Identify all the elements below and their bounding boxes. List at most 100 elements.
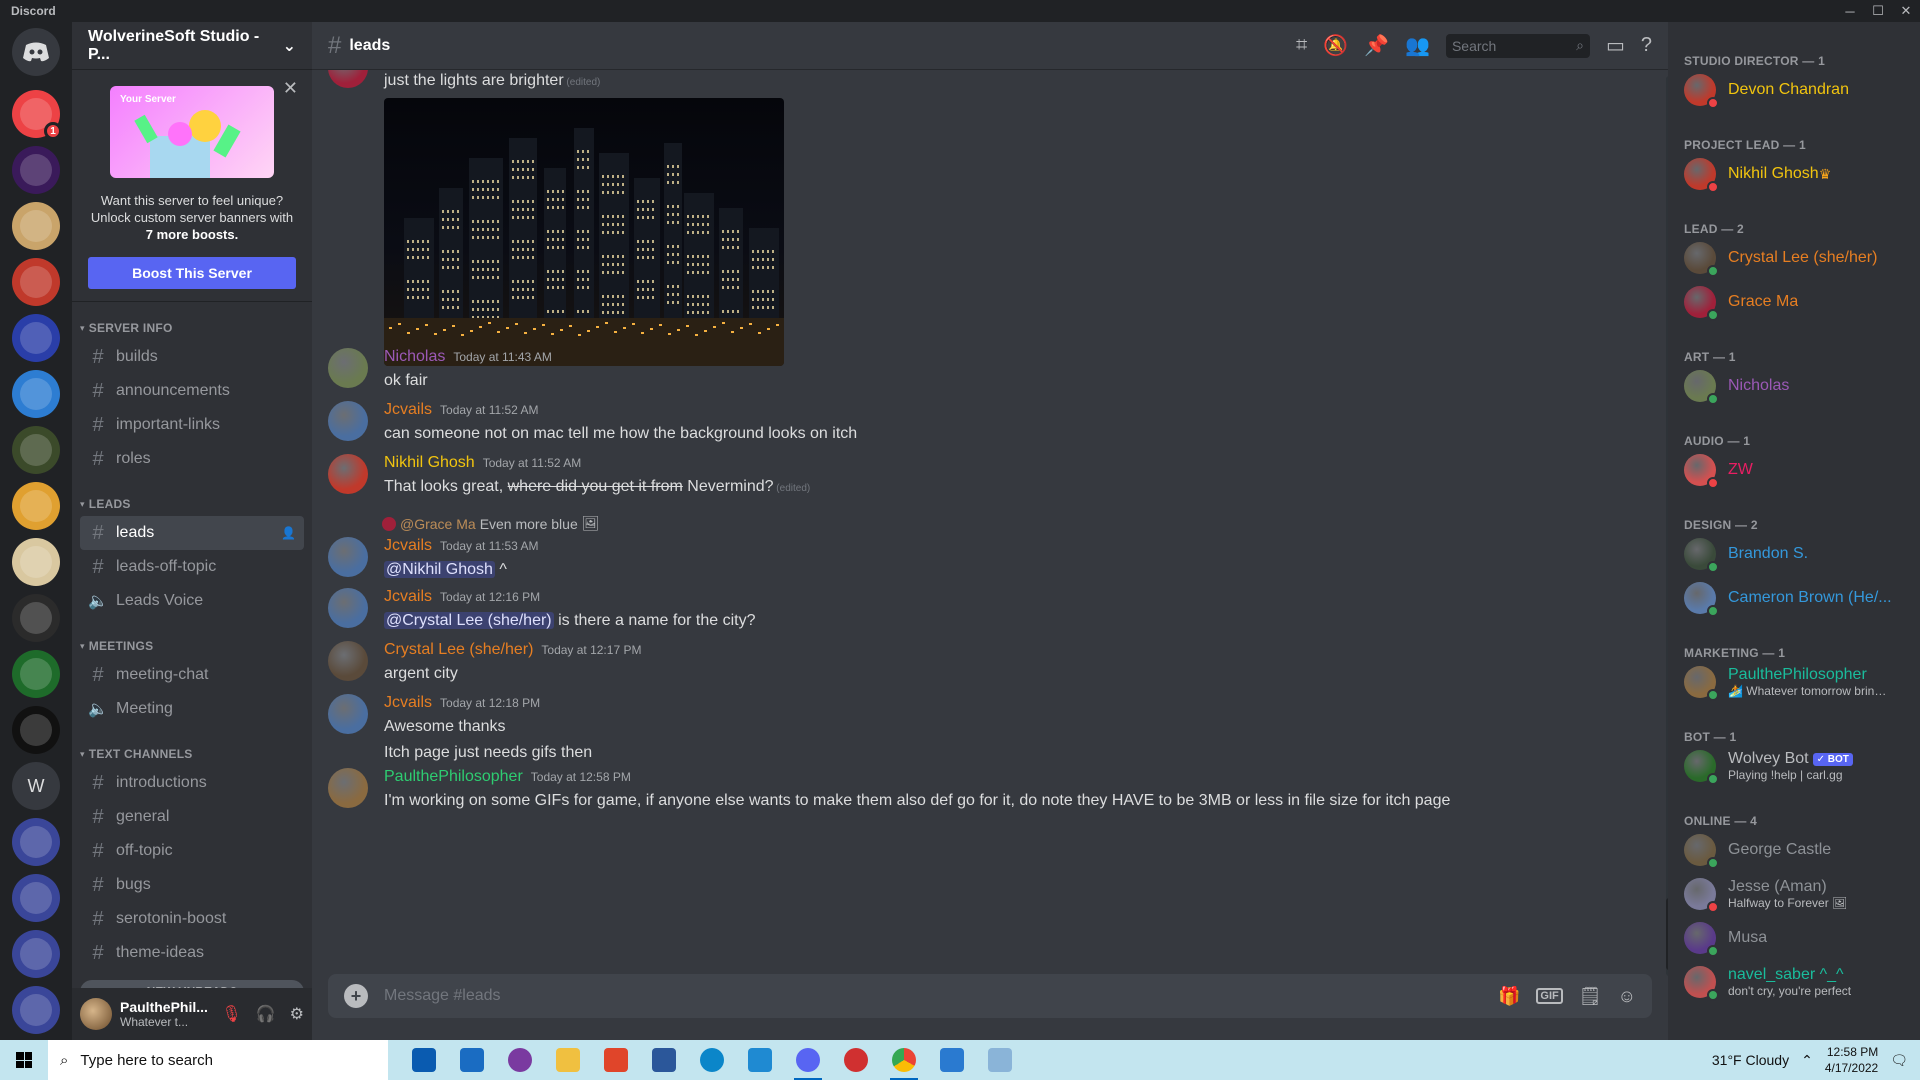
- taskbar-vscode-icon[interactable]: [736, 1040, 784, 1080]
- channel-serotonin-boost[interactable]: # serotonin-boost: [80, 902, 304, 936]
- avatar[interactable]: [328, 768, 368, 808]
- maximize-button[interactable]: ☐: [1864, 0, 1892, 22]
- message[interactable]: Grace MaToday at 11:43 AMjust the lights…: [328, 70, 1668, 366]
- channel-builds[interactable]: # builds: [80, 340, 304, 374]
- microphone-muted-icon[interactable]: 🎙: [221, 1004, 241, 1024]
- member-item[interactable]: Jesse (Aman) Halfway to Forever 🖼: [1676, 872, 1912, 916]
- server-icon-folder-4[interactable]: [12, 986, 60, 1034]
- member-item[interactable]: Nikhil Ghosh ♛: [1676, 152, 1912, 196]
- server-icon-server-w[interactable]: W: [12, 762, 60, 810]
- image-attachment[interactable]: [384, 98, 784, 366]
- message-input[interactable]: Message #leads: [384, 987, 1482, 1005]
- taskbar-office-icon[interactable]: [592, 1040, 640, 1080]
- member-item[interactable]: Cameron Brown (He/...: [1676, 576, 1912, 620]
- message-author[interactable]: Crystal Lee (she/her): [384, 641, 533, 659]
- server-icon-folder-2[interactable]: [12, 874, 60, 922]
- server-icon-server-12[interactable]: [12, 706, 60, 754]
- search-input[interactable]: Search ⌕: [1445, 33, 1590, 58]
- inbox-icon[interactable]: ▭: [1606, 33, 1625, 58]
- server-icon-server-5[interactable]: [12, 314, 60, 362]
- add-attachment-icon[interactable]: +: [344, 984, 368, 1008]
- taskbar-photos-icon[interactable]: [928, 1040, 976, 1080]
- member-item[interactable]: ZW: [1676, 448, 1912, 492]
- server-icon-server-7[interactable]: [12, 426, 60, 474]
- member-item[interactable]: Brandon S.: [1676, 532, 1912, 576]
- message-author[interactable]: Jcvails: [384, 694, 432, 712]
- taskbar-file-explorer-icon[interactable]: [544, 1040, 592, 1080]
- message-author[interactable]: Jcvails: [384, 401, 432, 419]
- category-header[interactable]: ▾ TEXT CHANNELS: [72, 742, 312, 766]
- message-author[interactable]: Nikhil Ghosh: [384, 454, 475, 472]
- sticker-icon[interactable]: 🗒: [1579, 986, 1602, 1007]
- avatar[interactable]: [80, 998, 112, 1030]
- gear-icon[interactable]: ⚙: [290, 1004, 304, 1024]
- avatar[interactable]: [328, 588, 368, 628]
- taskbar-app-icon[interactable]: [976, 1040, 1024, 1080]
- server-icon-server-9[interactable]: [12, 538, 60, 586]
- threads-icon[interactable]: ⌗: [1296, 34, 1307, 57]
- channel-leads-off-topic[interactable]: # leads-off-topic: [80, 550, 304, 584]
- pin-icon[interactable]: 📌: [1364, 33, 1389, 58]
- channel-leads-voice[interactable]: 🔈 Leads Voice: [80, 584, 304, 618]
- notification-icon[interactable]: 🗨: [1890, 1052, 1908, 1069]
- server-icon-server-3[interactable]: [12, 202, 60, 250]
- taskbar-chrome-icon[interactable]: [880, 1040, 928, 1080]
- taskbar-discord-icon[interactable]: [784, 1040, 832, 1080]
- message-author[interactable]: Nicholas: [384, 348, 445, 366]
- channel-general[interactable]: # general: [80, 800, 304, 834]
- member-item[interactable]: navel_saber ^_^ don't cry, you're perfect: [1676, 960, 1912, 1004]
- server-icon-server-dp[interactable]: [12, 146, 60, 194]
- member-list-icon[interactable]: 👥: [1405, 33, 1430, 58]
- channel-important-links[interactable]: # important-links: [80, 408, 304, 442]
- channel-bugs[interactable]: # bugs: [80, 868, 304, 902]
- avatar[interactable]: [328, 348, 368, 388]
- avatar[interactable]: [328, 401, 368, 441]
- close-window-button[interactable]: ✕: [1892, 0, 1920, 22]
- member-item[interactable]: Wolvey Bot ✓ BOT Playing !help | carl.gg: [1676, 744, 1912, 788]
- taskbar-app-icon[interactable]: [832, 1040, 880, 1080]
- message[interactable]: Nikhil Ghosh Today at 11:52 AM That looks …: [328, 454, 1668, 500]
- message[interactable]: Nicholas Today at 11:43 AM ok fair: [328, 348, 1668, 392]
- taskbar-app-icon[interactable]: [496, 1040, 544, 1080]
- message[interactable]: Jcvails Today at 11:52 AM can someone not …: [328, 401, 1668, 445]
- message-composer[interactable]: + Message #leads 🎁 GIF 🗒 ☺: [328, 974, 1652, 1018]
- message[interactable]: Jcvails Today at 12:18 PM Awesome thanks It…: [328, 694, 1668, 764]
- weather-widget[interactable]: 31°F Cloudy: [1712, 1052, 1789, 1068]
- emoji-icon[interactable]: ☺: [1618, 986, 1636, 1007]
- add-member-icon[interactable]: 👤: [281, 526, 296, 540]
- server-icon-server-6[interactable]: [12, 370, 60, 418]
- taskbar-clock[interactable]: 12:58 PM 4/17/2022: [1825, 1044, 1878, 1076]
- channel-theme-ideas[interactable]: # theme-ideas: [80, 936, 304, 970]
- channel-introductions[interactable]: # introductions: [80, 766, 304, 800]
- message[interactable]: Crystal Lee (she/her) Today at 12:17 PM ar…: [328, 641, 1668, 685]
- server-icon-folder-1[interactable]: [12, 818, 60, 866]
- server-header[interactable]: WolverineSoft Studio - P... ⌄: [72, 22, 312, 70]
- taskbar-store-icon[interactable]: [400, 1040, 448, 1080]
- channel-announcements[interactable]: # announcements: [80, 374, 304, 408]
- minimize-button[interactable]: ─: [1836, 0, 1864, 22]
- server-icon-folder-3[interactable]: [12, 930, 60, 978]
- boost-server-button[interactable]: Boost This Server: [88, 257, 296, 289]
- avatar[interactable]: [328, 454, 368, 494]
- message[interactable]: @Grace Ma Even more blue 🖼 Jcvails Today at …: [328, 515, 1668, 581]
- channel-roles[interactable]: # roles: [80, 442, 304, 476]
- channel-meeting[interactable]: 🔈 Meeting: [80, 692, 304, 726]
- message-author[interactable]: Jcvails: [384, 537, 432, 555]
- headphones-icon[interactable]: 🎧: [256, 1004, 276, 1024]
- member-item[interactable]: PaulthePhilosopher 🏄 Whatever tomorrow br…: [1676, 660, 1912, 704]
- gift-icon[interactable]: 🎁: [1498, 986, 1520, 1007]
- server-icon-server-8[interactable]: [12, 482, 60, 530]
- server-icon-home[interactable]: [12, 28, 60, 76]
- channel-off-topic[interactable]: # off-topic: [80, 834, 304, 868]
- member-item[interactable]: Grace Ma: [1676, 280, 1912, 324]
- member-item[interactable]: Crystal Lee (she/her): [1676, 236, 1912, 280]
- message-author[interactable]: Jcvails: [384, 588, 432, 606]
- close-icon[interactable]: ✕: [283, 78, 298, 99]
- avatar[interactable]: [328, 537, 368, 577]
- taskbar-mail-icon[interactable]: [448, 1040, 496, 1080]
- channel-leads[interactable]: # leads 👤: [80, 516, 304, 550]
- member-item[interactable]: Devon Chandran: [1676, 68, 1912, 112]
- message[interactable]: Jcvails Today at 12:16 PM @Crystal Lee (sh…: [328, 588, 1668, 632]
- reply-reference[interactable]: @Grace Ma Even more blue 🖼: [382, 515, 600, 532]
- category-header[interactable]: ▾ MEETINGS: [72, 634, 312, 658]
